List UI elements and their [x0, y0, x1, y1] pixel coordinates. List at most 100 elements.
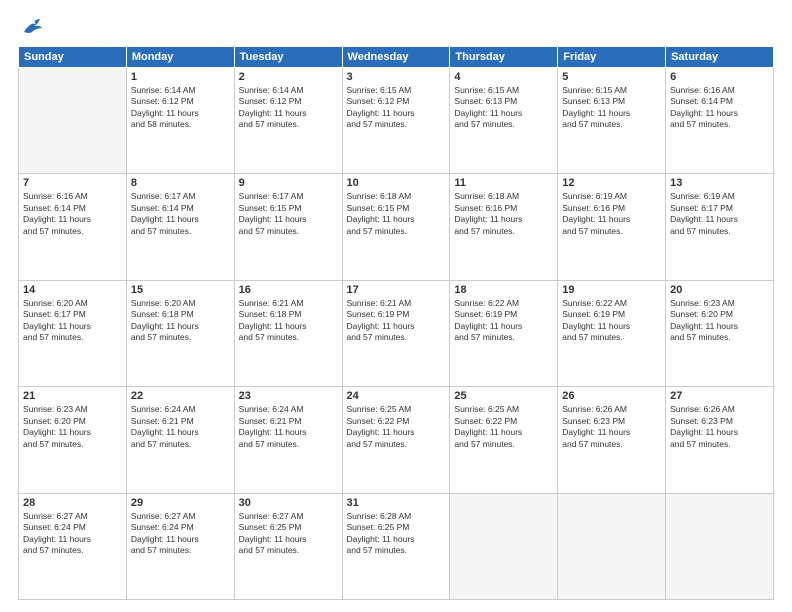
calendar-cell: 18 Sunrise: 6:22 AM Sunset: 6:19 PM Dayli…	[450, 280, 558, 386]
day-number: 31	[347, 497, 446, 509]
weekday-header-monday: Monday	[126, 47, 234, 68]
day-info: Sunrise: 6:24 AM Sunset: 6:21 PM Dayligh…	[239, 404, 338, 450]
day-info: Sunrise: 6:18 AM Sunset: 6:15 PM Dayligh…	[347, 191, 446, 237]
calendar-cell: 23 Sunrise: 6:24 AM Sunset: 6:21 PM Dayli…	[234, 387, 342, 493]
day-info: Sunrise: 6:25 AM Sunset: 6:22 PM Dayligh…	[347, 404, 446, 450]
day-info: Sunrise: 6:26 AM Sunset: 6:23 PM Dayligh…	[670, 404, 769, 450]
weekday-header-tuesday: Tuesday	[234, 47, 342, 68]
day-number: 23	[239, 390, 338, 402]
calendar-cell: 2 Sunrise: 6:14 AM Sunset: 6:12 PM Daylig…	[234, 68, 342, 174]
weekday-header-thursday: Thursday	[450, 47, 558, 68]
calendar-cell: 13 Sunrise: 6:19 AM Sunset: 6:17 PM Dayli…	[666, 174, 774, 280]
day-number: 30	[239, 497, 338, 509]
day-info: Sunrise: 6:28 AM Sunset: 6:25 PM Dayligh…	[347, 511, 446, 557]
day-number: 11	[454, 177, 553, 189]
day-number: 20	[670, 284, 769, 296]
day-info: Sunrise: 6:14 AM Sunset: 6:12 PM Dayligh…	[239, 85, 338, 131]
day-info: Sunrise: 6:27 AM Sunset: 6:25 PM Dayligh…	[239, 511, 338, 557]
day-info: Sunrise: 6:21 AM Sunset: 6:19 PM Dayligh…	[347, 298, 446, 344]
calendar-cell: 3Sunrise: 6:15 AM Sunset: 6:12 PM Daylig…	[342, 68, 450, 174]
week-row-2: 7 Sunrise: 6:16 AM Sunset: 6:14 PM Daylig…	[19, 174, 774, 280]
calendar-cell: 5 Sunrise: 6:15 AM Sunset: 6:13 PM Daylig…	[558, 68, 666, 174]
day-number: 27	[670, 390, 769, 402]
calendar-cell	[666, 493, 774, 599]
calendar-table: SundayMondayTuesdayWednesdayThursdayFrid…	[18, 46, 774, 600]
day-number: 18	[454, 284, 553, 296]
day-info: Sunrise: 6:20 AM Sunset: 6:18 PM Dayligh…	[131, 298, 230, 344]
day-info: Sunrise: 6:21 AM Sunset: 6:18 PM Dayligh…	[239, 298, 338, 344]
calendar-cell: 30 Sunrise: 6:27 AM Sunset: 6:25 PM Dayli…	[234, 493, 342, 599]
calendar-cell: 10 Sunrise: 6:18 AM Sunset: 6:15 PM Dayli…	[342, 174, 450, 280]
calendar-cell: 22 Sunrise: 6:24 AM Sunset: 6:21 PM Dayli…	[126, 387, 234, 493]
day-number: 22	[131, 390, 230, 402]
calendar-cell: 31 Sunrise: 6:28 AM Sunset: 6:25 PM Dayli…	[342, 493, 450, 599]
day-number: 3	[347, 71, 446, 83]
day-number: 15	[131, 284, 230, 296]
calendar-cell: 4Sunrise: 6:15 AM Sunset: 6:13 PM Daylig…	[450, 68, 558, 174]
weekday-header-row: SundayMondayTuesdayWednesdayThursdayFrid…	[19, 47, 774, 68]
day-number: 7	[23, 177, 122, 189]
day-info: Sunrise: 6:23 AM Sunset: 6:20 PM Dayligh…	[670, 298, 769, 344]
day-number: 1	[131, 71, 230, 83]
weekday-header-sunday: Sunday	[19, 47, 127, 68]
calendar-cell: 8 Sunrise: 6:17 AM Sunset: 6:14 PM Daylig…	[126, 174, 234, 280]
calendar-cell: 29Sunrise: 6:27 AM Sunset: 6:24 PM Dayli…	[126, 493, 234, 599]
day-info: Sunrise: 6:27 AM Sunset: 6:24 PM Dayligh…	[23, 511, 122, 557]
header	[18, 18, 774, 36]
calendar-cell: 25Sunrise: 6:25 AM Sunset: 6:22 PM Dayli…	[450, 387, 558, 493]
calendar-cell: 15 Sunrise: 6:20 AM Sunset: 6:18 PM Dayli…	[126, 280, 234, 386]
calendar-cell	[19, 68, 127, 174]
day-info: Sunrise: 6:23 AM Sunset: 6:20 PM Dayligh…	[23, 404, 122, 450]
day-info: Sunrise: 6:24 AM Sunset: 6:21 PM Dayligh…	[131, 404, 230, 450]
day-number: 10	[347, 177, 446, 189]
week-row-4: 21 Sunrise: 6:23 AM Sunset: 6:20 PM Dayli…	[19, 387, 774, 493]
day-info: Sunrise: 6:25 AM Sunset: 6:22 PM Dayligh…	[454, 404, 553, 450]
day-number: 28	[23, 497, 122, 509]
calendar-cell: 26 Sunrise: 6:26 AM Sunset: 6:23 PM Dayli…	[558, 387, 666, 493]
day-number: 24	[347, 390, 446, 402]
week-row-5: 28 Sunrise: 6:27 AM Sunset: 6:24 PM Dayli…	[19, 493, 774, 599]
day-number: 5	[562, 71, 661, 83]
calendar-cell: 28 Sunrise: 6:27 AM Sunset: 6:24 PM Dayli…	[19, 493, 127, 599]
day-number: 14	[23, 284, 122, 296]
day-number: 26	[562, 390, 661, 402]
calendar-cell: 24 Sunrise: 6:25 AM Sunset: 6:22 PM Dayli…	[342, 387, 450, 493]
day-number: 8	[131, 177, 230, 189]
calendar-cell: 1 Sunrise: 6:14 AM Sunset: 6:12 PM Daylig…	[126, 68, 234, 174]
day-number: 17	[347, 284, 446, 296]
day-info: Sunrise: 6:16 AM Sunset: 6:14 PM Dayligh…	[23, 191, 122, 237]
calendar-cell: 12 Sunrise: 6:19 AM Sunset: 6:16 PM Dayli…	[558, 174, 666, 280]
day-info: Sunrise: 6:15 AM Sunset: 6:13 PM Dayligh…	[562, 85, 661, 131]
day-info: Sunrise: 6:14 AM Sunset: 6:12 PM Dayligh…	[131, 85, 230, 131]
weekday-header-saturday: Saturday	[666, 47, 774, 68]
day-number: 4	[454, 71, 553, 83]
day-info: Sunrise: 6:19 AM Sunset: 6:17 PM Dayligh…	[670, 191, 769, 237]
day-number: 2	[239, 71, 338, 83]
day-info: Sunrise: 6:20 AM Sunset: 6:17 PM Dayligh…	[23, 298, 122, 344]
calendar-cell: 7 Sunrise: 6:16 AM Sunset: 6:14 PM Daylig…	[19, 174, 127, 280]
day-info: Sunrise: 6:26 AM Sunset: 6:23 PM Dayligh…	[562, 404, 661, 450]
day-number: 21	[23, 390, 122, 402]
day-info: Sunrise: 6:16 AM Sunset: 6:14 PM Dayligh…	[670, 85, 769, 131]
day-info: Sunrise: 6:18 AM Sunset: 6:16 PM Dayligh…	[454, 191, 553, 237]
calendar-cell: 19Sunrise: 6:22 AM Sunset: 6:19 PM Dayli…	[558, 280, 666, 386]
day-info: Sunrise: 6:22 AM Sunset: 6:19 PM Dayligh…	[562, 298, 661, 344]
day-number: 13	[670, 177, 769, 189]
calendar-cell	[450, 493, 558, 599]
calendar-cell: 16Sunrise: 6:21 AM Sunset: 6:18 PM Dayli…	[234, 280, 342, 386]
calendar-cell: 21 Sunrise: 6:23 AM Sunset: 6:20 PM Dayli…	[19, 387, 127, 493]
day-info: Sunrise: 6:17 AM Sunset: 6:15 PM Dayligh…	[239, 191, 338, 237]
logo-bird-icon	[22, 18, 44, 36]
week-row-3: 14 Sunrise: 6:20 AM Sunset: 6:17 PM Dayli…	[19, 280, 774, 386]
calendar-cell	[558, 493, 666, 599]
day-number: 9	[239, 177, 338, 189]
calendar-cell: 27 Sunrise: 6:26 AM Sunset: 6:23 PM Dayli…	[666, 387, 774, 493]
day-info: Sunrise: 6:22 AM Sunset: 6:19 PM Dayligh…	[454, 298, 553, 344]
calendar-cell: 20 Sunrise: 6:23 AM Sunset: 6:20 PM Dayli…	[666, 280, 774, 386]
page: SundayMondayTuesdayWednesdayThursdayFrid…	[0, 0, 792, 612]
day-info: Sunrise: 6:17 AM Sunset: 6:14 PM Dayligh…	[131, 191, 230, 237]
day-number: 12	[562, 177, 661, 189]
day-number: 6	[670, 71, 769, 83]
day-info: Sunrise: 6:19 AM Sunset: 6:16 PM Dayligh…	[562, 191, 661, 237]
day-number: 29	[131, 497, 230, 509]
